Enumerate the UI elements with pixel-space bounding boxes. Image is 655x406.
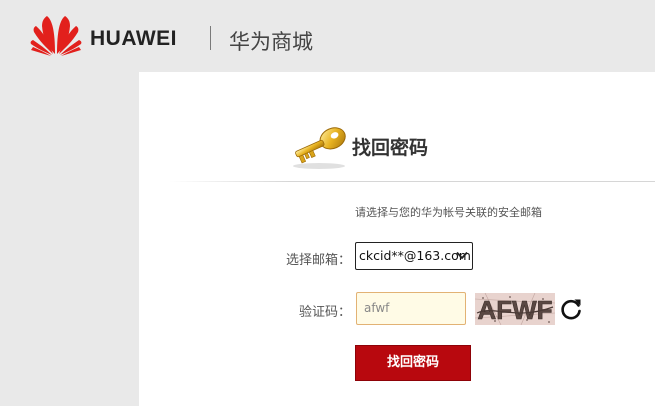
email-select-value: ckcid**@163.com: [359, 248, 471, 263]
captcha-label: 验证码：: [298, 305, 351, 320]
captcha-input-value: afwf: [364, 301, 390, 315]
password-recovery-panel: 找回密码 请选择与您的华为帐号关联的安全邮箱 选择邮箱： ckcid**@163…: [139, 72, 655, 406]
refresh-icon[interactable]: [558, 296, 584, 322]
email-select[interactable]: ckcid**@163.com: [355, 242, 473, 270]
instruction-text: 请选择与您的华为帐号关联的安全邮箱: [355, 206, 542, 219]
site-header: HUAWEI 华为商城: [0, 0, 655, 72]
title-divider: [169, 181, 655, 182]
mall-name: 华为商城: [229, 30, 313, 54]
recover-password-button[interactable]: 找回密码: [355, 345, 471, 381]
header-divider: [210, 26, 211, 50]
page-title: 找回密码: [352, 137, 429, 159]
captcha-image[interactable]: AFWF: [475, 293, 555, 325]
captcha-input[interactable]: afwf: [356, 292, 466, 325]
brand-name: HUAWEI: [90, 27, 177, 50]
golden-key-icon: [293, 127, 346, 169]
chevron-down-icon: [456, 251, 468, 260]
email-label: 选择邮箱：: [285, 253, 351, 268]
huawei-logo-icon[interactable]: [30, 14, 82, 56]
